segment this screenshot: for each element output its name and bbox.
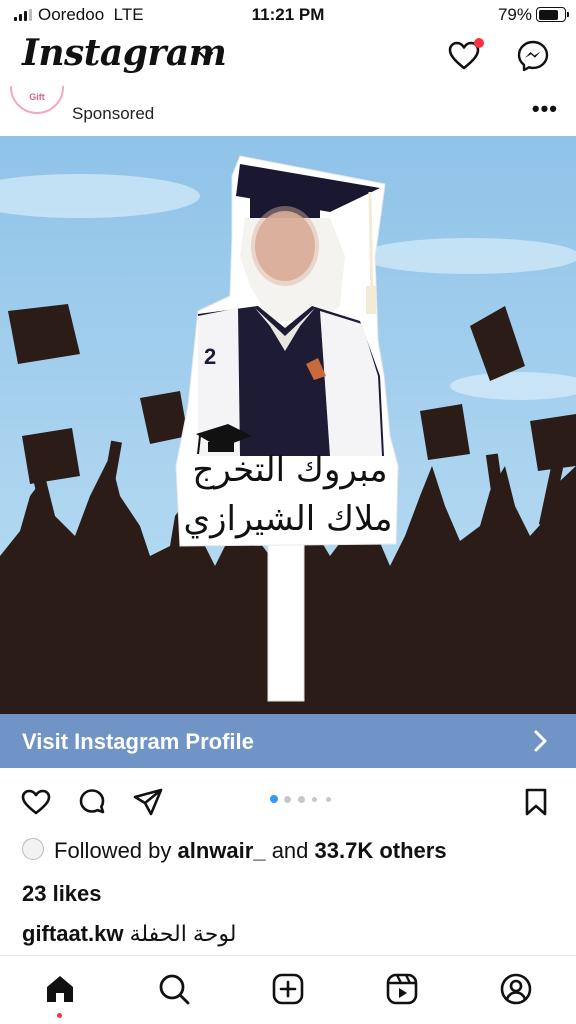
reels-icon[interactable] — [385, 972, 419, 1006]
post-header: Gift Sponsored ••• — [0, 86, 576, 136]
visit-profile-button[interactable]: Visit Instagram Profile — [0, 714, 576, 768]
caption: giftaat.kw لوحة الحفلة — [22, 921, 236, 947]
followed-user[interactable]: alnwair_ — [178, 838, 266, 863]
notification-dot — [474, 38, 484, 48]
account-avatar[interactable]: Gift — [10, 86, 64, 114]
search-icon[interactable] — [157, 972, 191, 1006]
app-header: Instagram — [0, 30, 576, 86]
carousel-dot — [284, 796, 291, 803]
followed-by-text: Followed by alnwair_ and 33.7K others — [54, 838, 447, 863]
carousel-indicator — [270, 795, 340, 805]
bottom-nav — [0, 955, 576, 1024]
comment-icon[interactable] — [76, 786, 108, 818]
sign-stick — [267, 535, 305, 702]
sign-line-congrats: مبروك التخرج — [192, 450, 387, 490]
more-options-icon[interactable]: ••• — [532, 96, 558, 122]
carousel-dot — [326, 797, 331, 802]
battery-icon — [536, 7, 569, 22]
followed-by-row[interactable]: Followed by alnwair_ and 33.7K others — [22, 838, 562, 868]
carousel-dot — [270, 795, 278, 803]
sign-line-name: ملاك الشيرازي — [184, 499, 393, 539]
profile-icon[interactable] — [499, 972, 533, 1006]
status-time: 11:21 PM — [251, 5, 325, 24]
share-icon[interactable] — [132, 786, 164, 818]
chevron-down-icon[interactable] — [196, 46, 216, 66]
battery-percent: 79% — [497, 5, 532, 24]
gown-letter-p: P — [296, 402, 309, 424]
gown-letter-2: 2 — [204, 344, 216, 369]
create-icon[interactable] — [271, 972, 305, 1006]
like-heart-icon[interactable] — [20, 786, 52, 818]
post-actions — [0, 768, 576, 834]
messenger-icon[interactable] — [515, 38, 551, 74]
post-image[interactable]: 2 P مبروك التخرج ملاك الشيرازي — [0, 136, 576, 714]
follower-avatar — [22, 838, 44, 860]
home-active-dot — [57, 1013, 62, 1018]
chevron-right-icon — [534, 730, 547, 752]
likes-count[interactable]: 23 likes — [22, 881, 102, 907]
sponsored-label: Sponsored — [72, 104, 155, 123]
carousel-dot — [298, 796, 305, 803]
home-icon[interactable] — [43, 972, 77, 1006]
carousel-dot — [312, 797, 317, 802]
status-bar: Ooredoo LTE 11:21 PM 79% — [0, 0, 576, 30]
save-bookmark-icon[interactable] — [520, 786, 552, 818]
visit-profile-label: Visit Instagram Profile — [22, 729, 254, 754]
caption-text: لوحة الحفلة — [129, 921, 237, 946]
followed-count[interactable]: 33.7K others — [315, 838, 447, 863]
caption-username[interactable]: giftaat.kw — [22, 921, 123, 946]
